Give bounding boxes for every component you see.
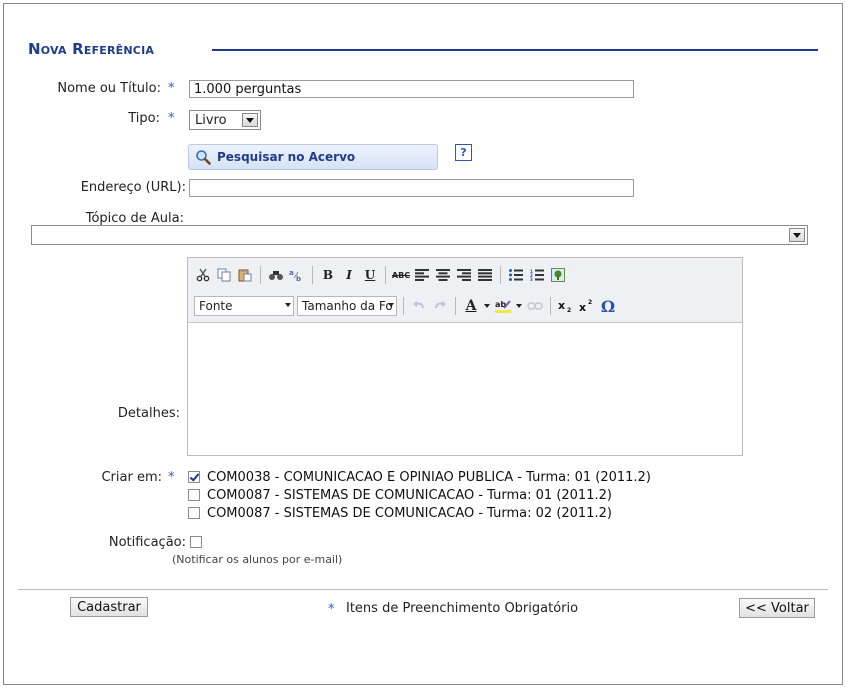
align-right-icon[interactable] bbox=[455, 266, 473, 284]
font-size-select-value: Tamanho da Fo bbox=[302, 299, 393, 313]
course-checkbox[interactable] bbox=[188, 507, 200, 519]
title-divider bbox=[212, 49, 818, 51]
cut-icon[interactable] bbox=[194, 266, 212, 284]
svg-text:x: x bbox=[579, 301, 586, 313]
svg-text:2: 2 bbox=[588, 299, 592, 306]
toolbar-divider bbox=[550, 297, 551, 315]
tipo-select[interactable]: Livro bbox=[189, 110, 261, 130]
strikethrough-icon[interactable]: ABC bbox=[392, 266, 410, 284]
toolbar-divider bbox=[312, 266, 313, 284]
cadastrar-button[interactable]: Cadastrar bbox=[70, 597, 148, 617]
url-label: Endereço (URL): bbox=[80, 180, 186, 195]
url-input[interactable] bbox=[189, 179, 634, 197]
toolbar-divider bbox=[500, 266, 501, 284]
editor-toolbar: ab B I U ABC 123 Fonte Tamanho da Fo A a… bbox=[188, 258, 742, 323]
chevron-down-icon[interactable] bbox=[515, 297, 523, 315]
chevron-down-icon bbox=[285, 303, 291, 307]
voltar-button[interactable]: << Voltar bbox=[739, 598, 815, 618]
footer-divider bbox=[18, 589, 828, 590]
copy-icon[interactable] bbox=[215, 266, 233, 284]
svg-text:b: b bbox=[296, 275, 301, 282]
font-size-select[interactable]: Tamanho da Fo bbox=[297, 296, 397, 316]
toolbar-divider bbox=[403, 297, 404, 315]
form-title: Nova Referência bbox=[28, 40, 155, 58]
align-center-icon[interactable] bbox=[434, 266, 452, 284]
course-label: COM0087 - SISTEMAS DE COMUNICACAO - Turm… bbox=[207, 506, 612, 521]
svg-text:a: a bbox=[289, 269, 294, 277]
toolbar-divider bbox=[455, 297, 456, 315]
course-checkbox[interactable] bbox=[188, 471, 200, 483]
numbered-list-icon[interactable]: 123 bbox=[528, 266, 546, 284]
topico-select[interactable] bbox=[31, 225, 808, 245]
font-family-select-value: Fonte bbox=[199, 299, 233, 313]
required-star: * bbox=[168, 470, 175, 485]
font-family-select[interactable]: Fonte bbox=[194, 296, 294, 316]
notificacao-label: Notificação: bbox=[108, 535, 186, 550]
subscript-icon[interactable]: x2 bbox=[557, 297, 575, 315]
svg-text:3: 3 bbox=[530, 277, 533, 281]
special-char-icon[interactable]: Ω bbox=[599, 297, 617, 316]
svg-text:x: x bbox=[558, 299, 565, 312]
underline-icon[interactable]: U bbox=[361, 266, 379, 284]
bullet-list-icon[interactable] bbox=[507, 266, 525, 284]
undo-icon[interactable] bbox=[410, 297, 428, 315]
nome-label: Nome ou Título: bbox=[57, 81, 161, 96]
chevron-down-icon bbox=[242, 113, 258, 127]
italic-icon[interactable]: I bbox=[340, 266, 358, 284]
chevron-down-icon[interactable] bbox=[483, 297, 491, 315]
help-icon[interactable]: ? bbox=[455, 144, 472, 161]
required-star: * bbox=[168, 111, 175, 126]
search-collection-label: Pesquisar no Acervo bbox=[217, 150, 356, 164]
topico-label: Tópico de Aula: bbox=[85, 211, 184, 226]
detalhes-label: Detalhes: bbox=[117, 406, 180, 421]
course-label: COM0038 - COMUNICACAO E OPINIAO PUBLICA … bbox=[207, 470, 651, 485]
course-checkbox[interactable] bbox=[188, 489, 200, 501]
toolbar-divider bbox=[260, 266, 261, 284]
text-color-icon[interactable]: A bbox=[462, 297, 480, 315]
superscript-icon[interactable]: x2 bbox=[578, 297, 596, 315]
required-star: * bbox=[328, 602, 335, 617]
chevron-down-icon bbox=[388, 303, 394, 307]
search-collection-button[interactable]: Pesquisar no Acervo bbox=[188, 144, 438, 170]
notificacao-checkbox[interactable] bbox=[190, 536, 202, 548]
link-icon[interactable] bbox=[526, 297, 544, 315]
criar-em-label: Criar em: bbox=[101, 470, 162, 485]
nome-input[interactable] bbox=[189, 80, 634, 98]
notificacao-note: (Notificar os alunos por e-mail) bbox=[172, 553, 343, 566]
tipo-select-value: Livro bbox=[195, 112, 227, 128]
redo-icon[interactable] bbox=[431, 297, 449, 315]
find-icon[interactable] bbox=[267, 266, 285, 284]
svg-text:2: 2 bbox=[567, 307, 571, 313]
paste-icon[interactable] bbox=[236, 266, 254, 284]
image-icon[interactable] bbox=[549, 266, 567, 284]
toolbar-row-2: Fonte Tamanho da Fo A ab x 2 x 2 Ω bbox=[194, 294, 617, 318]
required-star: * bbox=[168, 81, 175, 96]
required-legend: Itens de Preenchimento Obrigatório bbox=[346, 601, 579, 616]
align-justify-icon[interactable] bbox=[476, 266, 494, 284]
tipo-label: Tipo: bbox=[128, 111, 160, 126]
course-label: COM0087 - SISTEMAS DE COMUNICACAO - Turm… bbox=[207, 488, 612, 503]
align-left-icon[interactable] bbox=[413, 266, 431, 284]
toolbar-divider bbox=[385, 266, 386, 284]
highlight-color-icon[interactable]: ab bbox=[494, 297, 512, 315]
toolbar-row-1: ab B I U ABC 123 bbox=[194, 263, 567, 287]
replace-icon[interactable]: ab bbox=[288, 266, 306, 284]
search-icon bbox=[195, 149, 211, 165]
chevron-down-icon bbox=[789, 228, 805, 242]
bold-icon[interactable]: B bbox=[319, 266, 337, 284]
details-editor[interactable]: ab B I U ABC 123 Fonte Tamanho da Fo A a… bbox=[187, 257, 743, 456]
